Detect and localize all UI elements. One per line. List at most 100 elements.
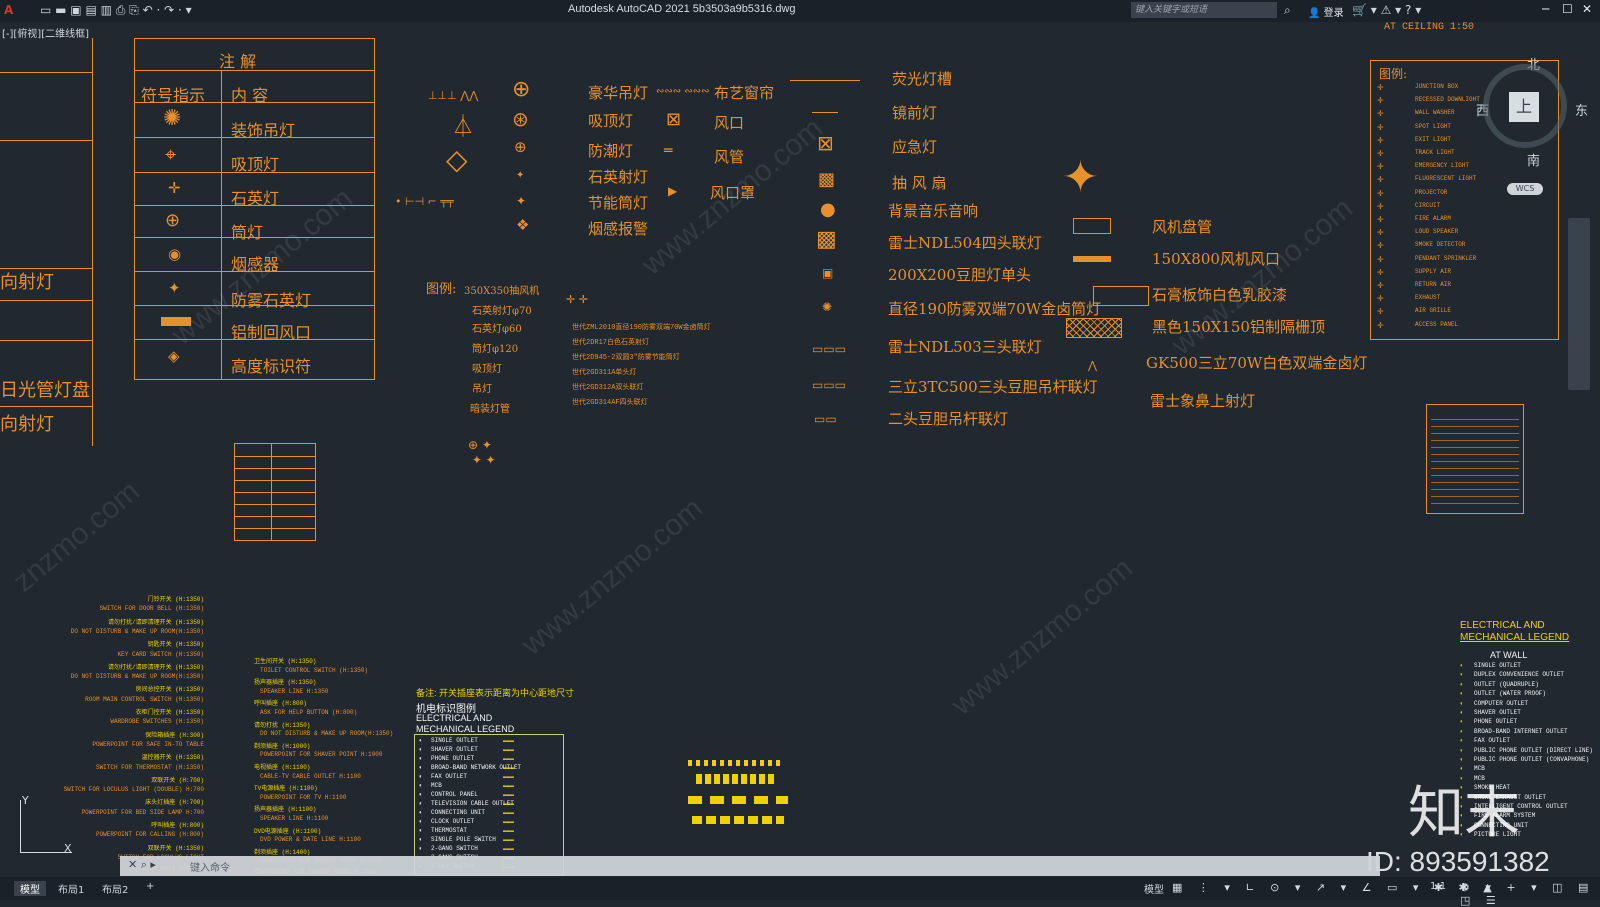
mech-item: CONNECTING UNIT xyxy=(431,809,486,816)
label-d: GK500三立70W白色双端金卤灯 xyxy=(1146,354,1368,372)
switch-item: SPEAKER LINE H:1350 xyxy=(260,687,329,695)
command-line[interactable]: ✕ ⌕ ▸ 键入命令 xyxy=(120,856,1380,876)
right-legend-item: RETURN AIR xyxy=(1415,281,1452,288)
right-elec-item: BROAD-BAND INTERNET OUTLET xyxy=(1474,727,1568,735)
viewcube-top-face[interactable]: 上 xyxy=(1509,92,1539,122)
legend-row: 防雾石英灯 xyxy=(231,291,312,310)
login-button[interactable]: 👤 登录 xyxy=(1308,4,1344,19)
model-space-button[interactable]: 模型 xyxy=(1138,881,1170,896)
navigation-bar[interactable] xyxy=(1568,218,1590,390)
label-a: 节能筒灯 xyxy=(588,194,649,212)
compass-south[interactable]: 南 xyxy=(1527,150,1540,169)
watermark-text: znzmo.com xyxy=(7,474,146,599)
legend-symbol-icon: ✛ xyxy=(1377,202,1384,212)
autocad-logo[interactable]: A xyxy=(4,3,13,17)
annotation-legend-table[interactable]: 注 解 符号指示 内 容 ✺ 装饰吊灯 ⌖ 吸顶灯 ✛ 石英灯 ⊕ 筒灯 ◉ 烟… xyxy=(134,38,375,380)
viewcube[interactable]: 上 xyxy=(1483,64,1567,148)
close-button[interactable]: ✕ xyxy=(1582,2,1592,16)
mech-title-en1: ELECTRICAL AND xyxy=(416,713,493,723)
legend-row: 高度标识符 xyxy=(231,357,312,376)
small-legend-box[interactable] xyxy=(234,443,316,541)
legend-col-symbol: 符号指示 xyxy=(141,86,206,105)
mid-small-item: 世代2D945-2双圆3"防雾节能筒灯 xyxy=(572,354,680,362)
viewport-label[interactable]: [-][俯视][二维线框] xyxy=(2,25,89,40)
mid-legend-item: 筒灯φ120 xyxy=(472,344,519,355)
label-a: 豪华吊灯 xyxy=(588,84,649,102)
switch-item: TOILET CONTROL SWITCH (H:1350) xyxy=(260,666,369,674)
mech-line-icon: ▬▬▬ xyxy=(503,773,514,780)
legend-symbol-icon: ✛ xyxy=(1377,216,1384,225)
right-legend-title: 图例: xyxy=(1379,67,1408,81)
compass-east[interactable]: 东 xyxy=(1575,100,1588,119)
command-close-icon[interactable]: ✕ ⌕ ▸ xyxy=(128,858,156,872)
label-d: 雷士象鼻上射灯 xyxy=(1150,392,1256,410)
switch-item: SWITCH FOR DOOR BELL (H:1350) xyxy=(99,605,204,613)
mech-line-icon: ▬▬▬ xyxy=(503,845,514,852)
legend-symbol-icon: ✛ xyxy=(1377,255,1384,265)
minimize-button[interactable]: ─ xyxy=(1542,2,1549,16)
schematic-block[interactable] xyxy=(688,760,788,840)
mech-legend-table[interactable]: ◐ SINGLE OUTLET ▬▬▬ ◐ SHAVER OUTLET ▬▬▬ ◐ PHONE… xyxy=(414,734,564,876)
right-legend-item: ACCESS PANEL xyxy=(1415,320,1459,328)
switch-item: 房间总控开关 (H:1350) xyxy=(135,686,204,694)
mech-line-icon: ▬▬▬ xyxy=(503,836,514,843)
mech-item: CONTROL PANEL xyxy=(431,791,478,798)
elec-symbol-icon: ◐ xyxy=(1460,662,1464,669)
command-input[interactable]: 键入命令 xyxy=(190,859,230,874)
mech-item: FAX OUTLET xyxy=(431,773,468,780)
mech-line-icon: ▬▬▬ xyxy=(503,791,514,798)
search-input[interactable]: 键入关键字或短语 xyxy=(1131,2,1277,18)
status-settings-icons[interactable]: ⚙ ▾ + ▾ ◫ ▤ ◳ ☰ xyxy=(1460,881,1600,907)
mech-line-icon: ▬▬▬ xyxy=(503,827,514,834)
mech-symbol-icon: ◐ xyxy=(419,809,423,816)
label-c: 镜前灯 xyxy=(892,104,938,122)
label-c: 直径190防雾双端70W金卤筒灯 xyxy=(888,300,1102,318)
switch-item: CABLE-TV CABLE OUTLET H:1100 xyxy=(260,772,361,780)
annotation-scale[interactable]: 1:1 xyxy=(1424,881,1452,892)
small-right-table[interactable] xyxy=(1426,404,1524,514)
mech-line-icon: ▬▬▬ xyxy=(503,764,514,771)
right-legend-item: EXIT LIGHT xyxy=(1415,135,1452,143)
label-d: 风机盘管 xyxy=(1152,218,1213,236)
switch-item: 请勿打扰 (H:1350) xyxy=(254,721,311,729)
label-a: 石英射灯 xyxy=(588,168,649,186)
right-legend-item: SUPPLY AIR xyxy=(1415,267,1452,275)
elec-symbol-icon: ◐ xyxy=(1460,727,1464,735)
mid-legend-item: 石英灯φ60 xyxy=(472,324,522,335)
switch-item: KEY CARD SWITCH (H:1350) xyxy=(117,650,204,658)
wcs-button[interactable]: WCS xyxy=(1507,183,1543,195)
switch-item: 门铃开关 (H:1350) xyxy=(147,596,204,603)
tab-model[interactable]: 模型 xyxy=(14,881,46,896)
table-line xyxy=(0,340,92,341)
metal-halide-icon: ⋀ xyxy=(1088,359,1098,372)
tab-layout2[interactable]: 布局2 xyxy=(96,881,134,896)
switch-item: SWITCH FOR THERMOSTAT (H:1350) xyxy=(95,763,204,771)
watermark-text: www.znzmo.com xyxy=(945,551,1140,722)
mech-line-icon: ▬▬▬ xyxy=(503,818,514,825)
add-layout-button[interactable]: + xyxy=(140,881,160,892)
wall-light-symbol-icon: • ⊢⊣ ⌐ ╤╤ xyxy=(395,195,454,208)
tab-layout1[interactable]: 布局1 xyxy=(52,881,90,896)
mech-line-icon: ▬▬▬ xyxy=(503,737,514,744)
legend-symbol-icon: ✛ xyxy=(1377,123,1384,133)
switch-item: DO NOT DISTURB & MAKE UP ROOM(H:1350) xyxy=(70,627,204,635)
right-elec-subtitle: AT WALL xyxy=(1490,650,1528,660)
label-c: 三立3TC500三头豆胆吊杆联灯 xyxy=(888,378,1098,396)
double-pendant-icon: ▭▭ xyxy=(814,412,837,426)
label-a: 吸顶灯 xyxy=(588,112,634,130)
ceiling-label: AT CEILING 1:50 xyxy=(1384,22,1475,33)
quick-access-toolbar[interactable]: ▭ ▬ ▣ ▤ ▥ ⎙ ⎘ ↶ · ↷ · ▾ xyxy=(40,3,192,17)
cart-icon[interactable]: 🛒 ▾ ⚠ ▾ ? ▾ xyxy=(1352,3,1421,17)
right-elec-item: SINGLE OUTLET xyxy=(1474,662,1521,669)
ucs-y-label: Y xyxy=(22,794,29,807)
table-line xyxy=(0,140,92,141)
ucs-y-axis xyxy=(20,800,21,852)
right-legend-item: RECESSED DOWNLIGHT xyxy=(1415,96,1480,104)
right-legend-item: FLUORESCENT LIGHT xyxy=(1415,175,1477,183)
small-cross-icon: ✛ ✛ xyxy=(566,293,588,306)
legend-symbol-icon: ✛ xyxy=(1377,176,1384,186)
legend-symbol-icon: ✛ xyxy=(1377,321,1384,331)
right-elec-item: PUBLIC PHONE OUTLET (CONVAPHONE) xyxy=(1474,756,1590,763)
search-icon[interactable]: ⌕ xyxy=(1284,3,1291,17)
maximize-button[interactable]: ☐ xyxy=(1562,2,1573,16)
